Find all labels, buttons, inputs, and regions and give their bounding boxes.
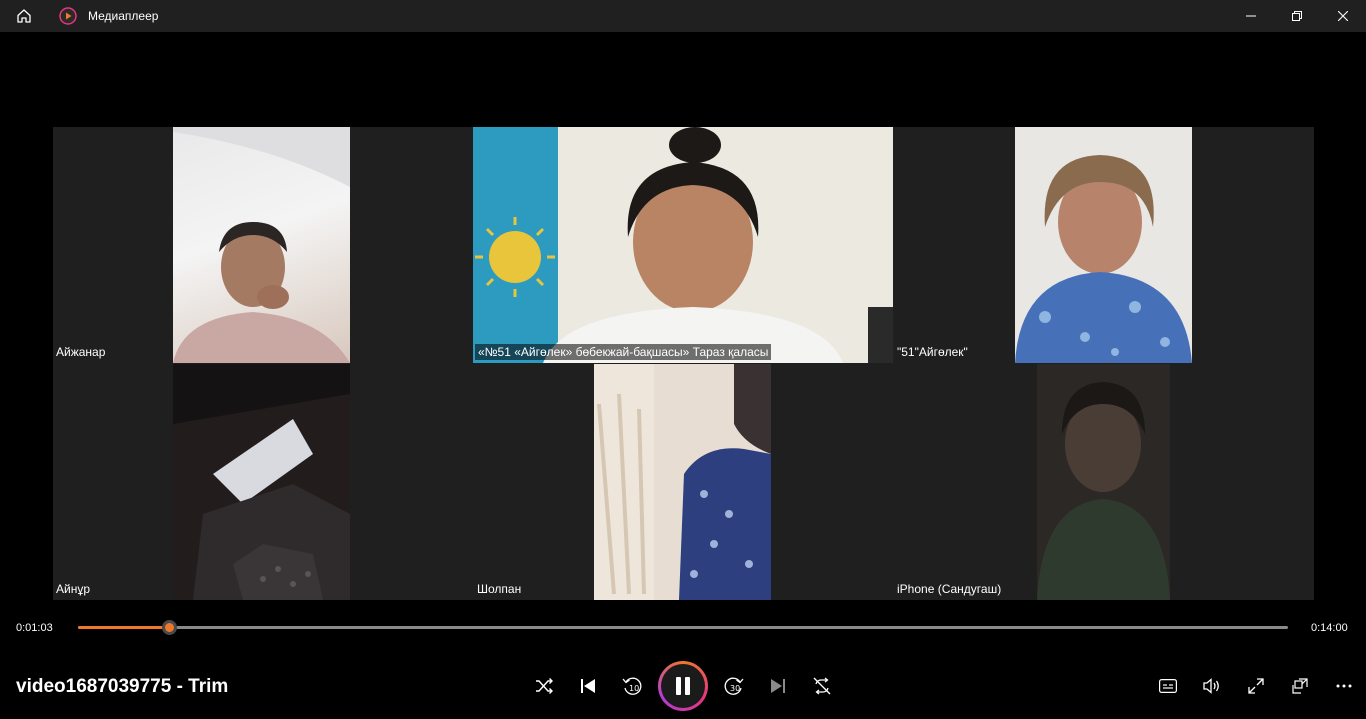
fullscreen-button[interactable] xyxy=(1240,670,1272,702)
participant-tile: «№51 «Айгөлек» бөбекжай-бақшасы» Тараз қ… xyxy=(473,127,893,363)
participant-video xyxy=(173,364,350,600)
title-bar: Медиаплеер xyxy=(0,0,1366,32)
seek-progress xyxy=(78,626,169,629)
captions-button[interactable] xyxy=(1152,670,1184,702)
close-button[interactable] xyxy=(1320,0,1366,32)
captions-icon xyxy=(1159,679,1177,693)
svg-text:10: 10 xyxy=(629,684,639,693)
pause-button[interactable] xyxy=(658,661,708,711)
rewind-10-icon: 10 xyxy=(622,677,642,695)
media-player-app-icon xyxy=(59,7,77,25)
close-icon xyxy=(1338,11,1348,21)
participant-tile: Айжанар xyxy=(53,127,473,363)
previous-icon xyxy=(581,679,595,693)
shuffle-icon xyxy=(536,678,553,694)
participant-video xyxy=(594,364,771,600)
shuffle-button[interactable] xyxy=(528,670,560,702)
minimize-icon xyxy=(1246,15,1256,17)
participant-tile: iPhone (Сандугаш) xyxy=(893,364,1314,600)
seek-slider[interactable] xyxy=(78,620,1288,635)
maximize-button[interactable] xyxy=(1274,0,1320,32)
fullscreen-icon xyxy=(1248,678,1264,694)
volume-button[interactable] xyxy=(1196,670,1228,702)
participant-video xyxy=(1015,127,1192,363)
participant-video xyxy=(173,127,350,363)
more-icon xyxy=(1336,684,1352,688)
elapsed-time: 0:01:03 xyxy=(16,622,53,634)
previous-button[interactable] xyxy=(572,670,604,702)
participant-tile: Шолпан xyxy=(473,364,893,600)
svg-text:30: 30 xyxy=(730,684,740,693)
repeat-button[interactable] xyxy=(806,670,838,702)
mini-player-icon xyxy=(1292,678,1308,694)
participant-video xyxy=(473,127,893,363)
next-button[interactable] xyxy=(762,670,794,702)
mini-player-button[interactable] xyxy=(1284,670,1316,702)
maximize-icon xyxy=(1292,11,1302,21)
rewind-10-button[interactable]: 10 xyxy=(616,670,648,702)
volume-icon xyxy=(1203,678,1219,694)
next-icon xyxy=(771,679,785,693)
forward-30-icon: 30 xyxy=(724,677,744,695)
participant-tile: Айнұр xyxy=(53,364,473,600)
participant-video xyxy=(1037,364,1170,600)
participant-tile: "51"Айгөлек" xyxy=(893,127,1314,363)
more-button[interactable] xyxy=(1328,670,1360,702)
forward-30-button[interactable]: 30 xyxy=(718,670,750,702)
minimize-button[interactable] xyxy=(1228,0,1274,32)
home-icon[interactable] xyxy=(12,4,36,28)
participant-name: Шолпан xyxy=(477,582,522,596)
repeat-icon xyxy=(813,677,831,695)
participant-name: "51"Айгөлек" xyxy=(897,345,968,359)
participant-name: Айжанар xyxy=(56,345,106,359)
media-title: video1687039775 - Trim xyxy=(16,676,229,697)
total-time: 0:14:00 xyxy=(1311,622,1348,634)
conference-grid: Айжанар «№51 «Айгөлек» бөбекжай-бақшасы»… xyxy=(53,127,1314,600)
pause-icon xyxy=(676,677,690,695)
participant-name: «№51 «Айгөлек» бөбекжай-бақшасы» Тараз қ… xyxy=(475,344,772,360)
transport-controls: video1687039775 - Trim 10 30 xyxy=(0,645,1366,719)
seek-thumb[interactable] xyxy=(161,620,177,635)
participant-name: Айнұр xyxy=(56,582,91,596)
participant-name: iPhone (Сандугаш) xyxy=(897,582,1002,596)
app-title: Медиаплеер xyxy=(88,9,159,23)
video-viewport[interactable]: Айжанар «№51 «Айгөлек» бөбекжай-бақшасы»… xyxy=(0,32,1366,612)
